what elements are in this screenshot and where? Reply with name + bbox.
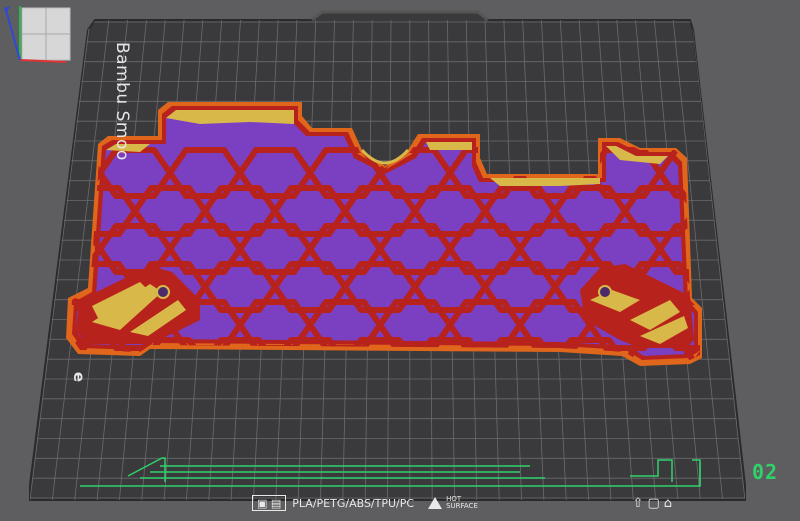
plate-lock-icon: ⌂ [663, 495, 672, 511]
plate-label: Bambu Smoo [112, 42, 132, 161]
plate-square-icon: ▢ [647, 495, 660, 511]
infill-hex [765, 188, 800, 234]
hot-surface-warning: HOT SURFACE [428, 496, 478, 510]
infill-hex [730, 150, 800, 196]
materials-text: PLA/PETG/ABS/TPU/PC [292, 496, 415, 510]
infill-hex [730, 302, 800, 348]
axis-orientation-gizmo[interactable] [0, 0, 72, 68]
upload-arrow-icon: ⇧ [632, 495, 644, 511]
infill-hex [765, 340, 800, 386]
warning-triangle-icon [428, 497, 443, 509]
infill-hex [765, 264, 800, 310]
plate-number[interactable]: 02 [752, 460, 778, 484]
infill-hex [730, 226, 800, 272]
filament-type-icons: ▣ ▤ [252, 495, 287, 511]
plate-corner-letter: e [70, 371, 89, 383]
3d-viewport[interactable]: Bambu Smoo e 02 ▣ ▤ PLA/PETG/ABS/TPU/PC … [0, 0, 800, 521]
bed-bottom-strip: ▣ ▤ PLA/PETG/ABS/TPU/PC HOT SURFACE ⇧ ▢ … [252, 492, 672, 514]
